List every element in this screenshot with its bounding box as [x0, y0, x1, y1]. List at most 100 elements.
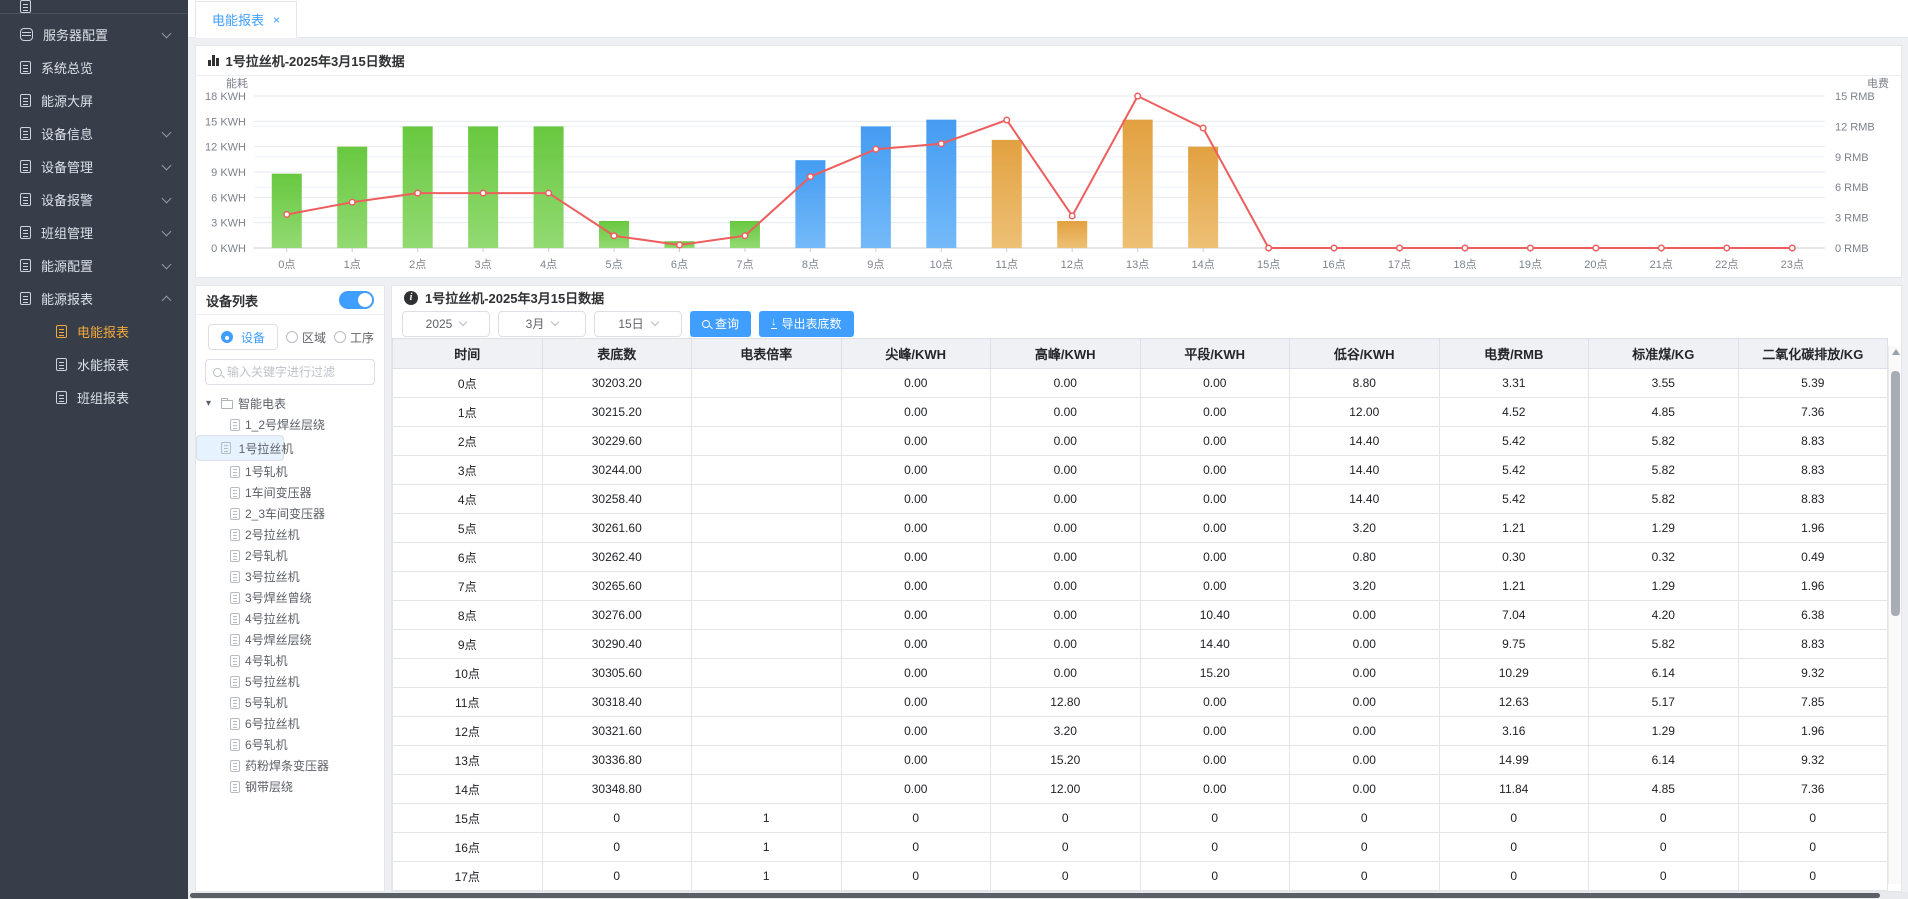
table-row[interactable]: 8点30276.000.000.0010.400.007.044.206.38	[393, 601, 1888, 630]
scroll-up-arrow-icon[interactable]	[1892, 349, 1900, 355]
vertical-scrollbar-thumb[interactable]	[1891, 371, 1900, 616]
table-cell: 30229.60	[542, 427, 692, 456]
table-cell: 6.38	[1738, 601, 1888, 630]
table-cell	[692, 543, 842, 572]
sidebar-item[interactable]: 能源报表	[0, 282, 188, 315]
table-row[interactable]: 1点30215.200.000.000.0012.004.524.857.36	[393, 398, 1888, 427]
horizontal-scrollbar-thumb[interactable]	[190, 893, 1880, 898]
table-cell: 5.82	[1589, 630, 1739, 659]
tree-item[interactable]: 1车间变压器	[196, 482, 384, 503]
radio-option[interactable]: 工序	[334, 329, 374, 346]
horizontal-scrollbar[interactable]	[188, 892, 1908, 899]
table-row[interactable]: 9点30290.400.000.0014.400.009.755.828.83	[393, 630, 1888, 659]
table-cell: 30215.20	[542, 398, 692, 427]
sidebar-item[interactable]: 能源大屏	[0, 84, 188, 117]
sidebar-item[interactable]: 服务器配置	[0, 18, 188, 51]
export-meter-button[interactable]: ↓ 导出表底数	[759, 311, 854, 337]
day-select[interactable]: 15日	[594, 311, 682, 337]
table-cell: 30318.40	[542, 688, 692, 717]
tree-item[interactable]: 5号轧机	[196, 692, 384, 713]
device-search-input[interactable]	[227, 365, 367, 379]
sidebar-partial-item[interactable]	[0, 0, 188, 13]
tab-electric-report[interactable]: 电能报表 ×	[195, 1, 297, 38]
tree-item[interactable]: 2号拉丝机	[196, 524, 384, 545]
tree-root[interactable]: ▾智能电表	[196, 393, 384, 414]
table-cell: 0.00	[841, 572, 991, 601]
tree-item[interactable]: 4号拉丝机	[196, 608, 384, 629]
table-cell: 5.82	[1589, 427, 1739, 456]
table-cell: 3.16	[1439, 717, 1589, 746]
tree-item[interactable]: 3号焊丝曾绕	[196, 587, 384, 608]
table-cell: 8点	[393, 601, 543, 630]
table-cell: 12.00	[991, 775, 1141, 804]
table-row[interactable]: 0点30203.200.000.000.008.803.313.555.39	[393, 369, 1888, 398]
table-row[interactable]: 17点010000000	[393, 862, 1888, 891]
tree-item-label: 6号拉丝机	[245, 715, 300, 732]
table-row[interactable]: 6点30262.400.000.000.000.800.300.320.49	[393, 543, 1888, 572]
table-row[interactable]: 14点30348.800.0012.000.000.0011.844.857.3…	[393, 775, 1888, 804]
query-button[interactable]: 查询	[690, 311, 751, 337]
tree-item[interactable]: 6号轧机	[196, 734, 384, 755]
table-cell: 1.21	[1439, 572, 1589, 601]
table-row[interactable]: 13点30336.800.0015.200.000.0014.996.149.3…	[393, 746, 1888, 775]
table-row[interactable]: 2点30229.600.000.000.0014.405.425.828.83	[393, 427, 1888, 456]
table-row[interactable]: 5点30261.600.000.000.003.201.211.291.96	[393, 514, 1888, 543]
sidebar-item[interactable]: 系统总览	[0, 51, 188, 84]
table-row[interactable]: 12点30321.600.003.200.000.003.161.291.96	[393, 717, 1888, 746]
sidebar-subitem[interactable]: 水能报表	[0, 348, 188, 381]
table-cell: 7点	[393, 572, 543, 601]
year-select[interactable]: 2025	[402, 311, 490, 337]
tree-item[interactable]: 2_3车间变压器	[196, 503, 384, 524]
sidebar-item-label: 能源配置	[41, 256, 93, 275]
sidebar-item[interactable]: 能源配置	[0, 249, 188, 282]
tree-item[interactable]: 1_2号焊丝层绕	[196, 414, 384, 435]
tree-item[interactable]: 钢带层绕	[196, 776, 384, 797]
table-cell	[692, 514, 842, 543]
table-row[interactable]: 11点30318.400.0012.800.000.0012.635.177.8…	[393, 688, 1888, 717]
table-title: 1号拉丝机-2025年3月15日数据	[425, 288, 604, 307]
meter-icon	[230, 760, 240, 772]
tree-item[interactable]: 5号拉丝机	[196, 671, 384, 692]
radio-selected[interactable]: 设备	[208, 324, 278, 350]
table-cell: 14点	[393, 775, 543, 804]
radio-option[interactable]: 区域	[286, 329, 326, 346]
tab-close-icon[interactable]: ×	[273, 13, 280, 27]
sidebar-item[interactable]: 设备管理	[0, 150, 188, 183]
tree-item[interactable]: 3号拉丝机	[196, 566, 384, 587]
tree-item[interactable]: 4号焊丝层绕	[196, 629, 384, 650]
svg-text:电费: 电费	[1867, 77, 1889, 90]
month-select[interactable]: 3月	[498, 311, 586, 337]
table-row[interactable]: 10点30305.600.000.0015.200.0010.296.149.3…	[393, 659, 1888, 688]
table-cell: 0.00	[1140, 688, 1290, 717]
table-row[interactable]: 7点30265.600.000.000.003.201.211.291.96	[393, 572, 1888, 601]
sidebar-item[interactable]: 设备报警	[0, 183, 188, 216]
sidebar-item[interactable]: 设备信息	[0, 117, 188, 150]
table-row[interactable]: 4点30258.400.000.000.0014.405.425.828.83	[393, 485, 1888, 514]
tree-item-label: 5号轧机	[245, 694, 288, 711]
table-cell: 15.20	[991, 746, 1141, 775]
device-list-toggle[interactable]	[339, 291, 374, 309]
tree-item[interactable]: 6号拉丝机	[196, 713, 384, 734]
table-cell: 5.82	[1589, 485, 1739, 514]
table-cell: 4点	[393, 485, 543, 514]
table-cell: 0.00	[841, 717, 991, 746]
table-cell: 0.00	[991, 659, 1141, 688]
sidebar-subitem[interactable]: 电能报表	[0, 315, 188, 348]
svg-text:0 KWH: 0 KWH	[211, 243, 246, 255]
tree-item[interactable]: 4号轧机	[196, 650, 384, 671]
meter-icon	[230, 487, 240, 499]
sidebar-subitem[interactable]: 班组报表	[0, 381, 188, 414]
svg-text:15点: 15点	[1257, 258, 1280, 271]
tree-item[interactable]: 1号拉丝机	[196, 435, 284, 461]
table-cell: 10点	[393, 659, 543, 688]
table-row[interactable]: 15点010000000	[393, 804, 1888, 833]
tree-item[interactable]: 1号轧机	[196, 461, 384, 482]
vertical-scrollbar[interactable]	[1888, 346, 1901, 884]
tree-item[interactable]: 2号轧机	[196, 545, 384, 566]
tree-item-label: 6号轧机	[245, 736, 288, 753]
tree-item[interactable]: 药粉焊条变压器	[196, 755, 384, 776]
table-row[interactable]: 16点010000000	[393, 833, 1888, 862]
table-cell: 0.00	[1140, 427, 1290, 456]
sidebar-item[interactable]: 班组管理	[0, 216, 188, 249]
table-row[interactable]: 3点30244.000.000.000.0014.405.425.828.83	[393, 456, 1888, 485]
